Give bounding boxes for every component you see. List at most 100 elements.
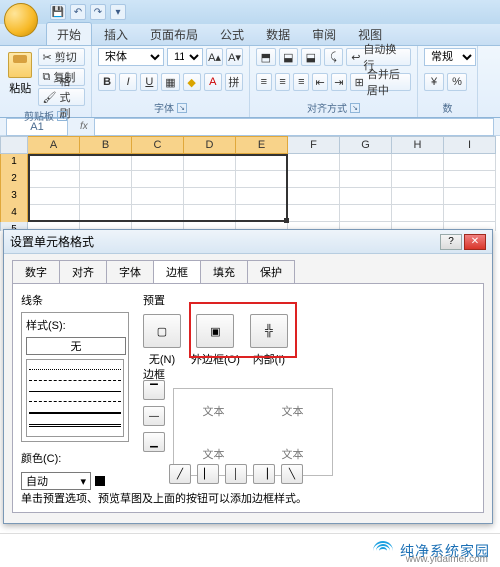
border-label: 边框 xyxy=(143,366,333,382)
bold-button[interactable]: B xyxy=(98,73,116,91)
border-diag2-button[interactable]: ╲ xyxy=(281,464,303,484)
col-header[interactable]: E xyxy=(236,136,288,154)
tab-page-layout[interactable]: 页面布局 xyxy=(140,23,208,45)
number-format-select[interactable]: 常规 xyxy=(424,48,476,66)
color-swatch xyxy=(95,476,105,486)
color-select[interactable]: 自动 ▾ xyxy=(21,472,91,490)
border-hmid-button[interactable]: ― xyxy=(143,406,165,426)
tab-review[interactable]: 审阅 xyxy=(302,23,346,45)
dlg-tab-number[interactable]: 数字 xyxy=(12,260,60,283)
align-expander-icon[interactable]: ↘ xyxy=(350,103,360,113)
border-right-button[interactable]: ▕ xyxy=(253,464,275,484)
border-top-button[interactable]: ▔ xyxy=(143,380,165,400)
tab-insert[interactable]: 插入 xyxy=(94,23,138,45)
align-left-button[interactable]: ≡ xyxy=(256,73,272,91)
phonetic-button[interactable]: 拼 xyxy=(225,73,243,91)
border-left-button[interactable]: ▏ xyxy=(197,464,219,484)
style-none-option[interactable]: 无 xyxy=(26,337,126,355)
paste-icon xyxy=(8,52,32,78)
font-name-select[interactable]: 宋体 xyxy=(98,48,164,66)
dlg-tab-font[interactable]: 字体 xyxy=(106,260,154,283)
col-header[interactable]: D xyxy=(184,136,236,154)
dialog-tabs: 数字 对齐 字体 边框 填充 保护 xyxy=(4,254,492,283)
col-header[interactable]: I xyxy=(444,136,496,154)
merge-center-button[interactable]: ⊞合并后居中 xyxy=(350,73,411,91)
preset-outline-button[interactable]: ▣ 外边框(O) xyxy=(191,314,240,367)
paste-button[interactable]: 粘贴 xyxy=(6,48,35,100)
preset-label: 预置 xyxy=(143,292,288,308)
fill-color-button[interactable]: ◆ xyxy=(183,73,201,91)
merge-icon: ⊞ xyxy=(355,76,364,89)
clipboard-expander-icon[interactable]: ↘ xyxy=(57,111,67,121)
font-group-label: 字体 xyxy=(154,100,174,115)
dialog-title: 设置单元格格式 xyxy=(10,233,94,250)
dialog-titlebar[interactable]: 设置单元格格式 ? ✕ xyxy=(4,230,492,254)
col-header[interactable]: H xyxy=(392,136,444,154)
dialog-help-button[interactable]: ? xyxy=(440,234,462,250)
preset-outline-icon: ▣ xyxy=(196,314,234,348)
footer-watermark: 纯净系统家园 www.yidaimei.com xyxy=(0,533,500,567)
font-size-select[interactable]: 11 xyxy=(167,48,203,66)
currency-button[interactable]: ¥ xyxy=(424,73,444,91)
dlg-tab-alignment[interactable]: 对齐 xyxy=(59,260,107,283)
select-all-corner[interactable] xyxy=(0,136,28,154)
qat-more-icon[interactable]: ▾ xyxy=(110,4,126,20)
increase-font-button[interactable]: A▴ xyxy=(206,48,223,66)
border-bottom-button[interactable]: ▁ xyxy=(143,432,165,452)
underline-button[interactable]: U xyxy=(140,73,158,91)
decrease-indent-button[interactable]: ⇤ xyxy=(312,73,328,91)
col-header[interactable]: A xyxy=(28,136,80,154)
tab-data[interactable]: 数据 xyxy=(256,23,300,45)
border-vmid-button[interactable]: │ xyxy=(225,464,247,484)
decrease-font-button[interactable]: A▾ xyxy=(226,48,243,66)
font-expander-icon[interactable]: ↘ xyxy=(177,103,187,113)
save-icon[interactable]: 💾 xyxy=(50,4,66,20)
dlg-tab-fill[interactable]: 填充 xyxy=(200,260,248,283)
row-header[interactable]: 1 xyxy=(0,154,28,172)
line-style-list[interactable] xyxy=(26,359,124,437)
align-right-button[interactable]: ≡ xyxy=(293,73,309,91)
align-center-button[interactable]: ≡ xyxy=(275,73,291,91)
format-painter-button[interactable]: 🖌格式刷 xyxy=(38,88,85,106)
scissors-icon: ✂ xyxy=(43,51,52,64)
undo-icon[interactable]: ↶ xyxy=(70,4,86,20)
preset-inside-icon: ╬ xyxy=(250,314,288,348)
align-bottom-button[interactable]: ⬓ xyxy=(301,48,321,66)
col-header[interactable]: G xyxy=(340,136,392,154)
preset-none-button[interactable]: ▢ 无(N) xyxy=(143,314,181,367)
clipboard-group-label: 剪贴板 xyxy=(24,108,54,123)
row-header[interactable]: 3 xyxy=(0,188,28,206)
style-label: 样式(S): xyxy=(26,317,124,333)
align-middle-button[interactable]: ⬓ xyxy=(279,48,299,66)
quick-access-toolbar: 💾 ↶ ↷ ▾ xyxy=(0,0,500,24)
worksheet-grid[interactable]: A B C D E F G H I 1 2 3 4 5 xyxy=(0,136,500,231)
wifi-icon xyxy=(372,540,394,562)
brush-icon: 🖌 xyxy=(43,91,57,104)
cut-button[interactable]: ✂剪切 xyxy=(38,48,85,66)
office-button[interactable] xyxy=(4,3,38,37)
align-top-button[interactable]: ⬒ xyxy=(256,48,276,66)
font-color-button[interactable]: A xyxy=(204,73,222,91)
wrap-text-button[interactable]: ↩自动换行 xyxy=(346,48,411,66)
preset-inside-button[interactable]: ╬ 内部(I) xyxy=(250,314,288,367)
border-preview[interactable]: 文本 文本 文本 文本 xyxy=(173,388,333,476)
row-header[interactable]: 4 xyxy=(0,205,28,223)
border-diag1-button[interactable]: ╱ xyxy=(169,464,191,484)
orientation-button[interactable]: ⤹ xyxy=(324,48,344,66)
percent-button[interactable]: % xyxy=(447,73,467,91)
tab-formulas[interactable]: 公式 xyxy=(210,23,254,45)
ribbon: 粘贴 ✂剪切 ⧉复制 🖌格式刷 剪贴板↘ 宋体 11 A▴ A▾ B I U ▦… xyxy=(0,46,500,118)
formula-bar[interactable] xyxy=(94,118,494,136)
col-header[interactable]: B xyxy=(80,136,132,154)
dlg-tab-protection[interactable]: 保护 xyxy=(247,260,295,283)
dlg-tab-border[interactable]: 边框 xyxy=(153,260,201,283)
tab-home[interactable]: 开始 xyxy=(46,22,92,45)
dialog-close-button[interactable]: ✕ xyxy=(464,234,486,250)
col-header[interactable]: C xyxy=(132,136,184,154)
col-header[interactable]: F xyxy=(288,136,340,154)
row-header[interactable]: 2 xyxy=(0,171,28,189)
italic-button[interactable]: I xyxy=(119,73,137,91)
increase-indent-button[interactable]: ⇥ xyxy=(331,73,347,91)
border-button[interactable]: ▦ xyxy=(161,73,179,91)
redo-icon[interactable]: ↷ xyxy=(90,4,106,20)
